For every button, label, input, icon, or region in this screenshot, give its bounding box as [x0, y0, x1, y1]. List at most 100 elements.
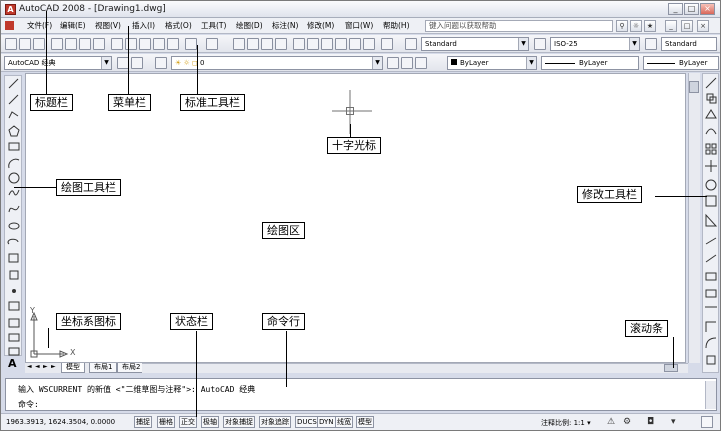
- tab-nav-first[interactable]: ◄: [27, 363, 32, 370]
- toggle-grid[interactable]: 栅格: [157, 416, 175, 428]
- text-style-select[interactable]: Standard ▼: [421, 37, 529, 51]
- chevron-down-icon[interactable]: ▼: [518, 38, 528, 50]
- menu-tools[interactable]: 工具(T): [201, 20, 226, 31]
- copy-icon[interactable]: [125, 38, 137, 50]
- dim-style-icon[interactable]: [534, 38, 546, 50]
- workspace-select[interactable]: AutoCAD 经典 ▼: [4, 56, 112, 70]
- save-workspace-icon[interactable]: [131, 57, 143, 69]
- minimize-button[interactable]: _: [668, 3, 683, 15]
- communication-center-icon[interactable]: ☼: [630, 20, 642, 32]
- print-icon[interactable]: [51, 38, 63, 50]
- lineweight-select[interactable]: ByLayer: [643, 56, 719, 70]
- menu-draw[interactable]: 绘图(D): [236, 20, 263, 31]
- qnew-icon[interactable]: [5, 38, 17, 50]
- layer-manager-icon[interactable]: [155, 57, 167, 69]
- chevron-down-icon[interactable]: ▼: [372, 57, 382, 69]
- coordinates-readout[interactable]: 1963.3913, 1624.3504, 0.0000: [6, 418, 115, 426]
- toggle-osnap[interactable]: 对象捕捉: [223, 416, 255, 428]
- tab-nav-last[interactable]: ►: [51, 363, 56, 370]
- lock-icon[interactable]: ◘: [647, 417, 654, 427]
- doc-close-button[interactable]: ×: [697, 20, 709, 32]
- text-style-icon[interactable]: [405, 38, 417, 50]
- dim-style-select[interactable]: ISO-25 ▼: [550, 37, 640, 51]
- chevron-down-icon[interactable]: ▼: [526, 57, 536, 69]
- annotation-scale[interactable]: 注释比例: 1:1 ▾: [541, 418, 591, 428]
- layer-previous-icon[interactable]: [401, 57, 413, 69]
- tool-palettes-icon[interactable]: [321, 38, 333, 50]
- toggle-snap[interactable]: 捕捉: [134, 416, 152, 428]
- publish-icon[interactable]: [79, 38, 91, 50]
- chevron-down-icon[interactable]: ▼: [629, 38, 639, 50]
- open-icon[interactable]: [19, 38, 31, 50]
- tab-model[interactable]: 模型: [61, 363, 85, 373]
- redo-icon[interactable]: [206, 38, 218, 50]
- status-menu-icon[interactable]: ▾: [671, 417, 676, 427]
- markup-set-manager-icon[interactable]: [349, 38, 361, 50]
- menu-file[interactable]: 文件(F): [27, 20, 52, 31]
- menu-dimension[interactable]: 标注(N): [272, 20, 298, 31]
- command-scrollbar[interactable]: [705, 381, 716, 409]
- zoom-realtime-icon[interactable]: [247, 38, 259, 50]
- match-properties-icon[interactable]: [153, 38, 165, 50]
- menu-format[interactable]: 格式(O): [165, 20, 192, 31]
- linetype-select[interactable]: ByLayer: [541, 56, 639, 70]
- paste-icon[interactable]: [139, 38, 151, 50]
- maximize-button[interactable]: □: [684, 3, 699, 15]
- menu-view[interactable]: 视图(V): [95, 20, 121, 31]
- tab-layout1[interactable]: 布局1: [89, 363, 118, 373]
- layer-select[interactable]: ☀ ☼ ◻ 0 ▼: [171, 56, 383, 70]
- vertical-scrollbar[interactable]: [688, 73, 700, 363]
- make-current-layer-icon[interactable]: [387, 57, 399, 69]
- design-center-icon[interactable]: [307, 38, 319, 50]
- quickcalc-icon[interactable]: [363, 38, 375, 50]
- undo-icon[interactable]: [185, 38, 197, 50]
- color-select[interactable]: ByLayer ▼: [447, 56, 537, 70]
- toggle-lineweight[interactable]: 线宽: [335, 416, 353, 428]
- menu-insert[interactable]: 插入(I): [132, 20, 155, 31]
- doc-restore-button[interactable]: □: [681, 20, 693, 32]
- autocad-app-icon[interactable]: A: [5, 4, 16, 15]
- menu-modify[interactable]: 修改(M): [307, 20, 334, 31]
- tab-nav-next[interactable]: ►: [43, 363, 48, 370]
- chevron-down-icon[interactable]: ▼: [101, 57, 111, 69]
- clean-screen-icon[interactable]: [701, 416, 713, 428]
- table-style-icon[interactable]: [645, 38, 657, 50]
- multiline-text-icon[interactable]: A: [8, 357, 17, 370]
- help-search-input[interactable]: 键入问题以获取帮助: [425, 20, 613, 32]
- properties-icon[interactable]: [293, 38, 305, 50]
- zoom-previous-icon[interactable]: [275, 38, 287, 50]
- tab-nav-prev[interactable]: ◄: [35, 363, 40, 370]
- table-style-select[interactable]: Standard: [661, 37, 717, 51]
- menu-help[interactable]: 帮助(H): [383, 20, 410, 31]
- save-icon[interactable]: [33, 38, 45, 50]
- toggle-ortho[interactable]: 正交: [179, 416, 197, 428]
- toggle-ducs[interactable]: DUCS: [295, 416, 319, 428]
- favorites-icon[interactable]: ★: [644, 20, 656, 32]
- toggle-polar[interactable]: 极轴: [201, 416, 219, 428]
- help-icon[interactable]: [381, 38, 393, 50]
- close-button[interactable]: ×: [700, 3, 715, 15]
- toggle-model[interactable]: 模型: [356, 416, 374, 428]
- doc-minimize-button[interactable]: _: [665, 20, 677, 32]
- command-window[interactable]: 输入 WSCURRENT 的新值 <"二维草图与注释">: AutoCAD 经典…: [5, 378, 717, 411]
- toggle-dyn[interactable]: DYN: [317, 416, 336, 428]
- sheet-set-manager-icon[interactable]: [335, 38, 347, 50]
- pan-icon[interactable]: [233, 38, 245, 50]
- horizontal-scroll-thumb[interactable]: [664, 364, 678, 372]
- auto-scale-icon[interactable]: ⚙: [623, 417, 631, 427]
- cut-icon[interactable]: [111, 38, 123, 50]
- toggle-otrack[interactable]: 对象追踪: [259, 416, 291, 428]
- 3d-dwf-icon[interactable]: [93, 38, 105, 50]
- command-prompt[interactable]: 命令:: [18, 399, 39, 410]
- vertical-scroll-thumb[interactable]: [689, 81, 699, 93]
- document-icon[interactable]: [5, 21, 14, 30]
- menu-window[interactable]: 窗口(W): [345, 20, 373, 31]
- layer-state-icon[interactable]: [415, 57, 427, 69]
- horizontal-scrollbar[interactable]: [142, 363, 688, 373]
- search-icon[interactable]: ⚲: [616, 20, 628, 32]
- block-editor-icon[interactable]: [167, 38, 179, 50]
- print-preview-icon[interactable]: [65, 38, 77, 50]
- annotation-visibility-icon[interactable]: ⚠: [607, 417, 615, 427]
- zoom-window-icon[interactable]: [261, 38, 273, 50]
- menu-edit[interactable]: 编辑(E): [60, 20, 86, 31]
